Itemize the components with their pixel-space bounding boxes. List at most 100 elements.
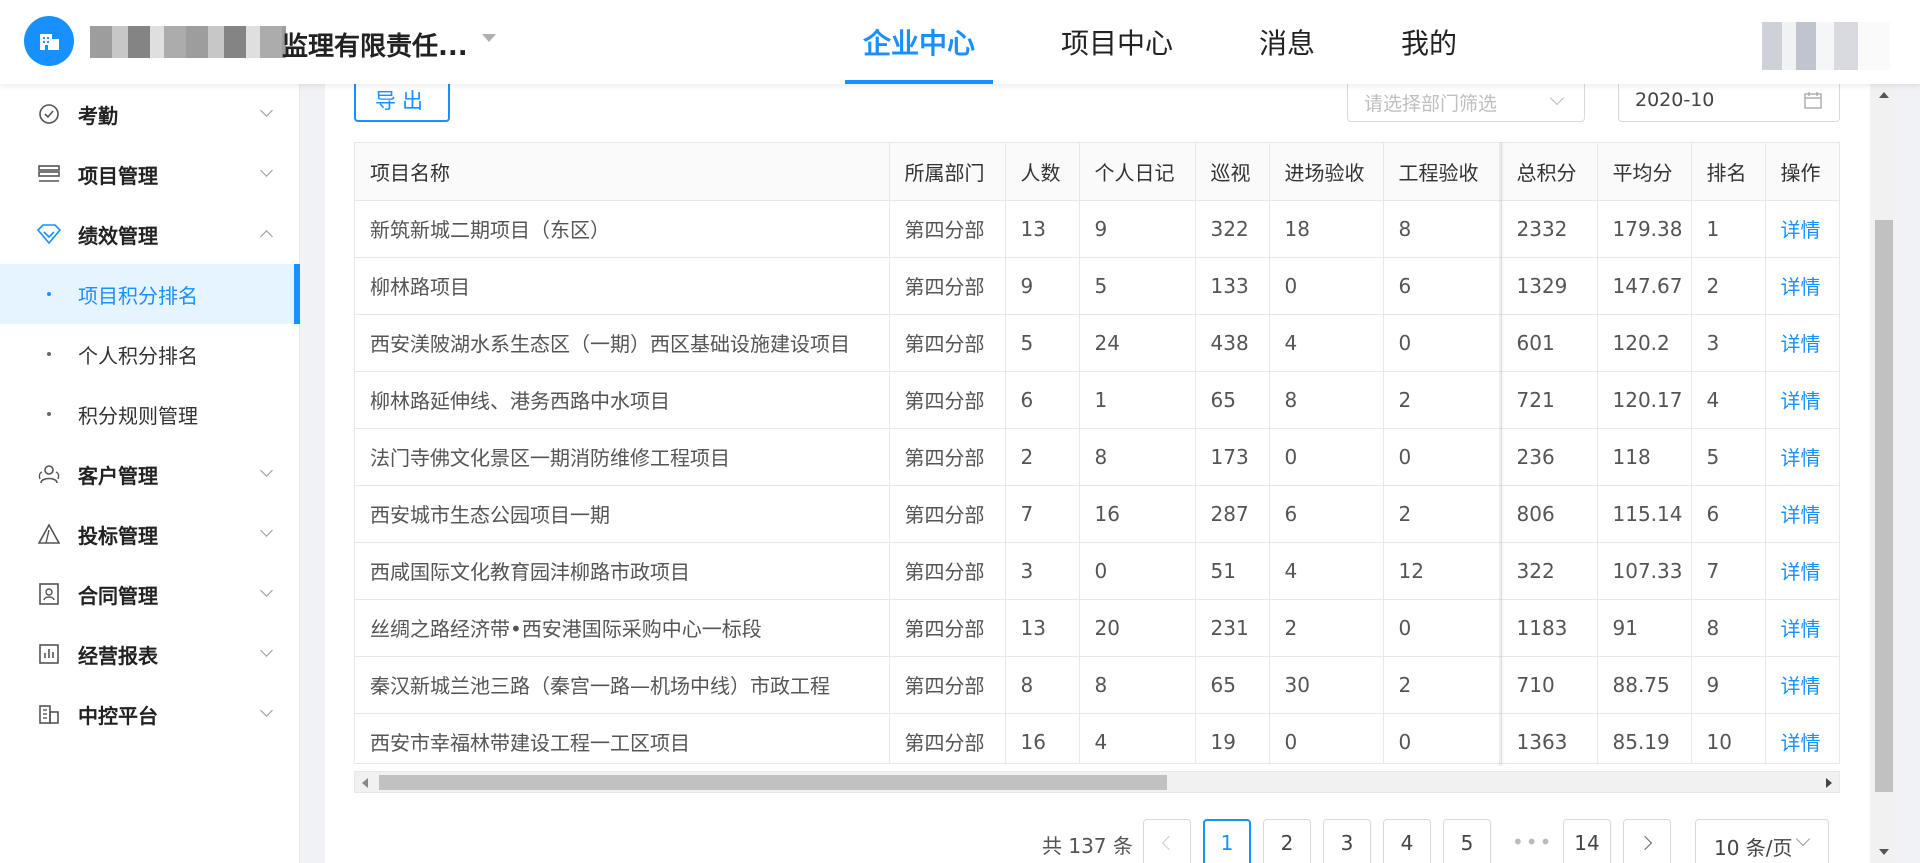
sidebar-subitem-personal-ranking[interactable]: 个人积分排名	[0, 324, 300, 384]
sidebar-item-project-management[interactable]: 项目管理	[0, 144, 300, 204]
sidebar-item-attendance[interactable]: 考勤	[0, 84, 300, 144]
col-project-name-header: 项目名称	[355, 143, 890, 201]
horizontal-scrollbar[interactable]	[354, 771, 1840, 793]
page-button-last[interactable]: 14	[1563, 819, 1611, 863]
prev-page-button[interactable]	[1143, 819, 1191, 863]
company-logo[interactable]	[24, 16, 74, 66]
col-project-name-cell: 西咸国际文化教育园沣柳路市政项目	[355, 542, 890, 600]
col-department-cell: 第四分部	[889, 542, 1006, 600]
sidebar-item-control-platform[interactable]: 中控平台	[0, 684, 300, 744]
chevron-down-icon	[1795, 831, 1811, 847]
main-nav: 企业中心 项目中心 消息 我的	[845, 0, 1475, 84]
month-picker[interactable]: 2020-10	[1618, 78, 1840, 122]
col-entry-acceptance-cell: 4	[1269, 314, 1384, 372]
col-diary-cell: 0	[1079, 542, 1196, 600]
horizontal-scrollbar-thumb[interactable]	[379, 775, 1167, 790]
detail-link[interactable]: 详情	[1765, 656, 1839, 714]
scroll-right-arrow-icon[interactable]	[1826, 778, 1832, 788]
page-size-value: 10 条/页	[1714, 836, 1793, 860]
col-total-score-cell: 1183	[1501, 599, 1598, 657]
sidebar-subitem-label: 项目积分排名	[78, 283, 198, 308]
nav-messages[interactable]: 消息	[1241, 0, 1333, 84]
chevron-down-icon	[260, 644, 273, 657]
detail-link[interactable]: 详情	[1765, 599, 1839, 657]
col-average-score-cell: 147.67	[1597, 257, 1692, 315]
list-icon	[36, 161, 62, 187]
col-patrol-cell: 231	[1195, 599, 1270, 657]
col-diary-cell: 8	[1079, 428, 1196, 486]
page-button-5[interactable]: 5	[1443, 819, 1491, 863]
user-avatar-redacted[interactable]	[1762, 22, 1890, 70]
sidebar-subitem-points-rules[interactable]: 积分规则管理	[0, 384, 300, 444]
col-rank-cell: 2	[1691, 257, 1766, 315]
chevron-down-icon	[1549, 90, 1565, 106]
month-picker-value: 2020-10	[1635, 89, 1715, 111]
nav-project-center[interactable]: 项目中心	[1043, 0, 1191, 84]
scroll-down-arrow-icon[interactable]	[1879, 849, 1889, 855]
vertical-scrollbar-thumb[interactable]	[1875, 220, 1893, 792]
col-people-cell: 13	[1005, 599, 1080, 657]
col-total-score-cell: 710	[1501, 656, 1598, 714]
sidebar-subitem-project-ranking[interactable]: 项目积分排名	[0, 264, 300, 324]
department-filter-select[interactable]: 请选择部门筛选	[1347, 78, 1585, 122]
sidebar-item-bidding[interactable]: 投标管理	[0, 504, 300, 564]
detail-link[interactable]: 详情	[1765, 713, 1839, 763]
export-button[interactable]: 导出	[354, 78, 450, 122]
sidebar-item-contracts[interactable]: 合同管理	[0, 564, 300, 624]
col-average-score-cell: 91	[1597, 599, 1692, 657]
scroll-up-arrow-icon[interactable]	[1879, 92, 1889, 98]
col-patrol-cell: 438	[1195, 314, 1270, 372]
page-button-3[interactable]: 3	[1323, 819, 1371, 863]
sidebar-item-label: 经营报表	[78, 643, 158, 668]
diamond-icon	[36, 221, 62, 247]
sidebar-item-label: 客户管理	[78, 463, 158, 488]
detail-link[interactable]: 详情	[1765, 257, 1839, 315]
col-project-name-cell: 柳林路项目	[355, 257, 890, 315]
nav-mine[interactable]: 我的	[1383, 0, 1475, 84]
page-button-1[interactable]: 1	[1203, 819, 1251, 863]
sidebar-item-label: 考勤	[78, 103, 118, 128]
col-department-cell: 第四分部	[889, 428, 1006, 486]
vertical-scrollbar[interactable]	[1873, 84, 1895, 863]
scroll-left-arrow-icon[interactable]	[362, 778, 368, 788]
col-department-cell: 第四分部	[889, 257, 1006, 315]
company-switch-caret-icon[interactable]	[482, 34, 496, 42]
col-average-score-cell: 179.38	[1597, 200, 1692, 258]
col-entry-acceptance-cell: 2	[1269, 599, 1384, 657]
col-average-score-header: 平均分	[1597, 143, 1692, 201]
pagination-ellipsis[interactable]: •••	[1512, 830, 1553, 854]
sidebar-item-performance[interactable]: 绩效管理	[0, 204, 300, 264]
sidebar: 考勤 项目管理 绩效管理 项目积分排名 个人积分排名 积分规则管理 客户管理 投…	[0, 84, 300, 863]
col-project-acceptance-cell: 12	[1383, 542, 1502, 600]
sidebar-subitem-label: 积分规则管理	[78, 403, 198, 428]
sidebar-item-reports[interactable]: 经营报表	[0, 624, 300, 684]
detail-link[interactable]: 详情	[1765, 314, 1839, 372]
table-row: 柳林路项目 第四分部 9 5 133 0 6 1329 147.67 2 详情	[355, 257, 1839, 315]
sidebar-item-customers[interactable]: 客户管理	[0, 444, 300, 504]
detail-link[interactable]: 详情	[1765, 428, 1839, 486]
col-project-name-cell: 柳林路延伸线、港务西路中水项目	[355, 371, 890, 429]
col-people-cell: 16	[1005, 713, 1080, 763]
detail-link[interactable]: 详情	[1765, 200, 1839, 258]
page-button-2[interactable]: 2	[1263, 819, 1311, 863]
col-entry-acceptance-cell: 0	[1269, 257, 1384, 315]
detail-link[interactable]: 详情	[1765, 371, 1839, 429]
top-header: 监理有限责任... 企业中心 项目中心 消息 我的	[0, 0, 1920, 84]
bar-chart-icon	[36, 641, 62, 667]
page-button-4[interactable]: 4	[1383, 819, 1431, 863]
table-row: 西咸国际文化教育园沣柳路市政项目 第四分部 3 0 51 4 12 322 107.33 7 详情	[355, 542, 1839, 600]
col-total-score-cell: 721	[1501, 371, 1598, 429]
nav-enterprise-center[interactable]: 企业中心	[845, 0, 994, 84]
company-name[interactable]: 监理有限责任...	[282, 26, 468, 63]
page-size-select[interactable]: 10 条/页	[1695, 819, 1829, 863]
next-page-button[interactable]	[1623, 819, 1671, 863]
col-action-header: 操作	[1765, 143, 1839, 201]
bullet-dot	[47, 352, 51, 356]
col-project-name-cell: 秦汉新城兰池三路（秦宫一路—机场中线）市政工程	[355, 656, 890, 714]
detail-link[interactable]: 详情	[1765, 485, 1839, 543]
building-logo-icon	[40, 34, 59, 50]
col-diary-cell: 8	[1079, 656, 1196, 714]
ranking-table: 项目名称 所属部门 人数 个人日记 巡视 进场验收 工程验收 总积分 平均分 排名 操作 新筑新城二…	[354, 142, 1840, 764]
detail-link[interactable]: 详情	[1765, 542, 1839, 600]
table-row: 新筑新城二期项目（东区） 第四分部 13 9 322 18 8 2332 179.38 1 详情	[355, 200, 1839, 258]
